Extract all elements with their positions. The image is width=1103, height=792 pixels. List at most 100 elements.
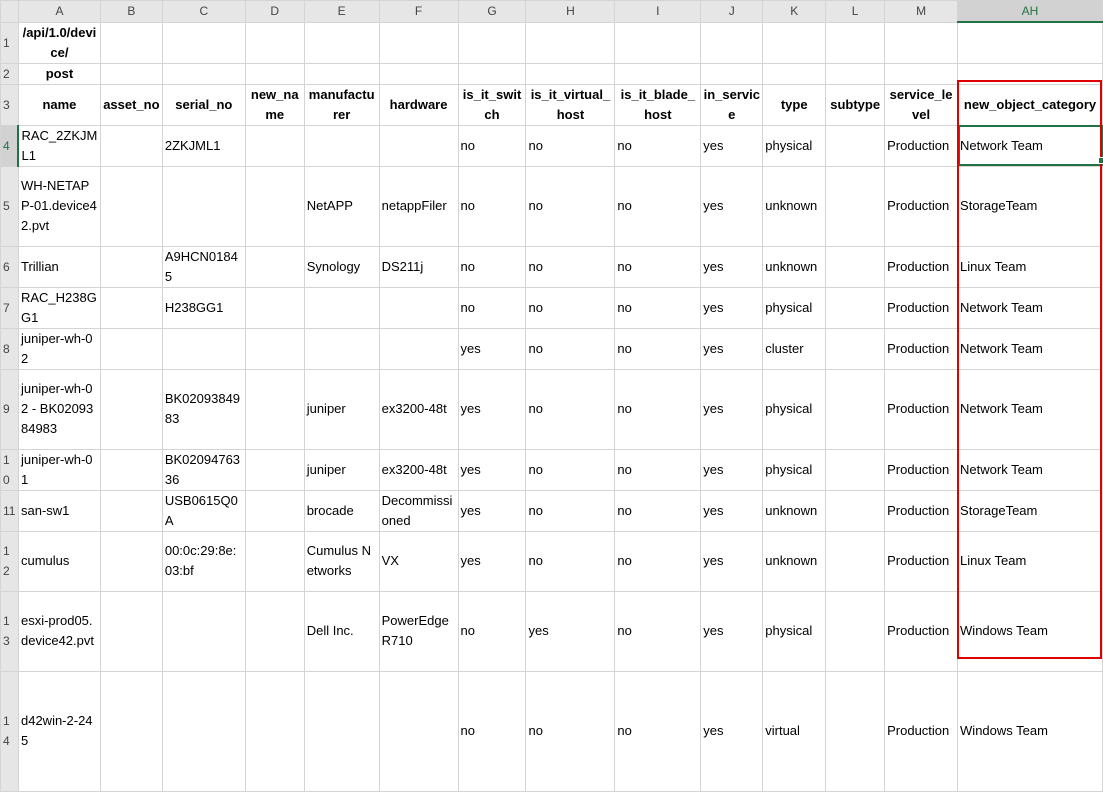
- column-header-d[interactable]: D: [244, 0, 305, 23]
- cell-a12[interactable]: cumulus: [17, 530, 101, 592]
- header-cell-hardware[interactable]: hardware: [378, 83, 459, 126]
- cell-ah7[interactable]: Network Team: [957, 286, 1103, 329]
- cell[interactable]: [303, 62, 380, 85]
- cell-b6[interactable]: [99, 245, 163, 288]
- cell[interactable]: [378, 21, 459, 64]
- cell-b9[interactable]: [99, 368, 163, 450]
- cell-i9[interactable]: no: [614, 368, 702, 450]
- row-header-4[interactable]: 4: [0, 124, 20, 167]
- column-header-b[interactable]: B: [99, 0, 163, 23]
- cell[interactable]: [457, 62, 527, 85]
- cell-ah10[interactable]: Network Team: [957, 448, 1103, 491]
- cell-a14[interactable]: d42win-2-245: [17, 670, 101, 792]
- cell[interactable]: [957, 62, 1103, 85]
- cell-j5[interactable]: yes: [700, 165, 764, 247]
- cell-i13[interactable]: no: [614, 590, 702, 672]
- cell-k4[interactable]: physical: [762, 124, 827, 167]
- cell-i11[interactable]: no: [614, 489, 702, 532]
- cell-ah8[interactable]: Network Team: [957, 327, 1103, 370]
- row-header-1[interactable]: 1: [0, 21, 19, 64]
- cell-m14[interactable]: Production: [884, 670, 959, 792]
- column-header-g[interactable]: G: [457, 0, 527, 23]
- cell-b7[interactable]: [99, 286, 163, 329]
- cell-i14[interactable]: no: [614, 670, 702, 792]
- header-cell-is-it-blade-host[interactable]: is_it_blade_host: [614, 83, 702, 126]
- cell-a7[interactable]: RAC_H238GG1: [17, 286, 101, 329]
- row-header-2[interactable]: 2: [0, 62, 19, 85]
- cell-d6[interactable]: [244, 245, 305, 288]
- cell-j14[interactable]: yes: [700, 670, 764, 792]
- method-cell[interactable]: post: [17, 62, 101, 85]
- cell-i5[interactable]: no: [614, 165, 702, 247]
- fill-handle[interactable]: [1098, 157, 1103, 164]
- cell-m11[interactable]: Production: [884, 489, 959, 532]
- cell[interactable]: [525, 62, 616, 85]
- cell-d11[interactable]: [244, 489, 305, 532]
- header-cell-subtype[interactable]: subtype: [825, 83, 886, 126]
- cell-b8[interactable]: [99, 327, 163, 370]
- cell-j10[interactable]: yes: [700, 448, 764, 491]
- cell-e6[interactable]: Synology: [303, 245, 380, 288]
- cell-j12[interactable]: yes: [700, 530, 764, 592]
- cell-c8[interactable]: [161, 327, 246, 370]
- cell[interactable]: [957, 21, 1103, 64]
- cell-c12[interactable]: 00:0c:29:8e:03:bf: [161, 530, 246, 592]
- cell-ah6[interactable]: Linux Team: [957, 245, 1103, 288]
- cell-d12[interactable]: [244, 530, 305, 592]
- cell-m12[interactable]: Production: [884, 530, 959, 592]
- cell-b14[interactable]: [99, 670, 163, 792]
- cell-h4[interactable]: no: [525, 124, 616, 167]
- cell-l13[interactable]: [825, 590, 886, 672]
- row-header-7[interactable]: 7: [0, 286, 19, 329]
- cell-m10[interactable]: Production: [884, 448, 959, 491]
- column-header-ah[interactable]: AH: [957, 0, 1103, 23]
- header-cell-new-object-category[interactable]: new_object_category: [957, 83, 1103, 126]
- cell-h11[interactable]: no: [525, 489, 616, 532]
- cell-d7[interactable]: [244, 286, 305, 329]
- cell-k7[interactable]: physical: [762, 286, 827, 329]
- cell-b5[interactable]: [99, 165, 163, 247]
- column-header-e[interactable]: E: [303, 0, 380, 23]
- cell-c13[interactable]: [161, 590, 246, 672]
- cell-m6[interactable]: Production: [884, 245, 959, 288]
- cell-f14[interactable]: [378, 670, 459, 792]
- cell-l12[interactable]: [825, 530, 886, 592]
- cell-h9[interactable]: no: [525, 368, 616, 450]
- header-cell-new-name[interactable]: new_name: [244, 83, 305, 126]
- cell-h8[interactable]: no: [525, 327, 616, 370]
- cell-l11[interactable]: [825, 489, 886, 532]
- cell-ah4[interactable]: Network Team: [957, 124, 1103, 167]
- cell-e14[interactable]: [303, 670, 380, 792]
- cell-k8[interactable]: cluster: [762, 327, 827, 370]
- cell-c9[interactable]: BK0209384983: [161, 368, 246, 450]
- cell-ah12[interactable]: Linux Team: [957, 530, 1103, 592]
- column-header-m[interactable]: M: [884, 0, 959, 23]
- cell-ah13[interactable]: Windows Team: [957, 590, 1103, 672]
- cell[interactable]: [700, 21, 764, 64]
- cell-l8[interactable]: [825, 327, 886, 370]
- cell-b12[interactable]: [99, 530, 163, 592]
- cell-a6[interactable]: Trillian: [17, 245, 101, 288]
- cell-m8[interactable]: Production: [884, 327, 959, 370]
- cell-h10[interactable]: no: [525, 448, 616, 491]
- header-cell-type[interactable]: type: [762, 83, 827, 126]
- cell[interactable]: [614, 21, 702, 64]
- column-header-j[interactable]: J: [700, 0, 764, 23]
- cell-g6[interactable]: no: [457, 245, 527, 288]
- cell-j6[interactable]: yes: [700, 245, 764, 288]
- cell-m5[interactable]: Production: [884, 165, 959, 247]
- header-cell-asset-no[interactable]: asset_no: [99, 83, 163, 126]
- cell-d4[interactable]: [244, 124, 305, 167]
- cell-e12[interactable]: Cumulus Networks: [303, 530, 380, 592]
- cell-j13[interactable]: yes: [700, 590, 764, 672]
- api-path-cell[interactable]: /api/1.0/device/: [17, 21, 101, 64]
- cell[interactable]: [244, 62, 305, 85]
- cell-ah9[interactable]: Network Team: [957, 368, 1103, 450]
- cell-a4[interactable]: RAC_2ZKJML1: [17, 124, 101, 167]
- cell-m4[interactable]: Production: [884, 124, 959, 167]
- column-header-a[interactable]: A: [17, 0, 101, 23]
- column-header-c[interactable]: C: [161, 0, 246, 23]
- header-cell-in-service[interactable]: in_service: [700, 83, 764, 126]
- cell-c5[interactable]: [161, 165, 246, 247]
- cell[interactable]: [884, 21, 959, 64]
